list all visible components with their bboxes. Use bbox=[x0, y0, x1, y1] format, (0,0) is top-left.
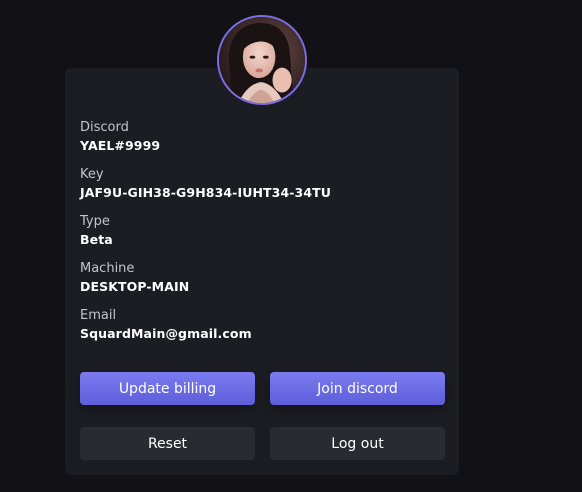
field-value: JAF9U-GIH38-G9H834-IUHT34-34TU bbox=[80, 185, 331, 200]
field-email: Email SquardMain@gmail.com bbox=[80, 308, 460, 355]
field-label: Discord bbox=[80, 120, 129, 135]
field-value: SquardMain@gmail.com bbox=[80, 326, 252, 341]
join-discord-button[interactable]: Join discord bbox=[270, 372, 445, 405]
account-page: Discord YAEL#9999 Key JAF9U-GIH38-G9H834… bbox=[0, 0, 582, 492]
field-discord: Discord YAEL#9999 bbox=[80, 120, 460, 167]
reset-button[interactable]: Reset bbox=[80, 427, 255, 460]
field-value: YAEL#9999 bbox=[80, 138, 161, 153]
field-value: Beta bbox=[80, 232, 113, 247]
update-billing-button[interactable]: Update billing bbox=[80, 372, 255, 405]
account-fields: Discord YAEL#9999 Key JAF9U-GIH38-G9H834… bbox=[80, 120, 460, 355]
field-label: Type bbox=[80, 214, 110, 229]
field-label: Email bbox=[80, 308, 117, 323]
log-out-button[interactable]: Log out bbox=[270, 427, 445, 460]
avatar-photo-icon bbox=[219, 17, 305, 103]
field-machine: Machine DESKTOP-MAIN bbox=[80, 261, 460, 308]
field-key: Key JAF9U-GIH38-G9H834-IUHT34-34TU bbox=[80, 167, 460, 214]
field-label: Key bbox=[80, 167, 104, 182]
field-value: DESKTOP-MAIN bbox=[80, 279, 190, 294]
field-type: Type Beta bbox=[80, 214, 460, 261]
field-label: Machine bbox=[80, 261, 135, 276]
avatar bbox=[217, 15, 307, 105]
